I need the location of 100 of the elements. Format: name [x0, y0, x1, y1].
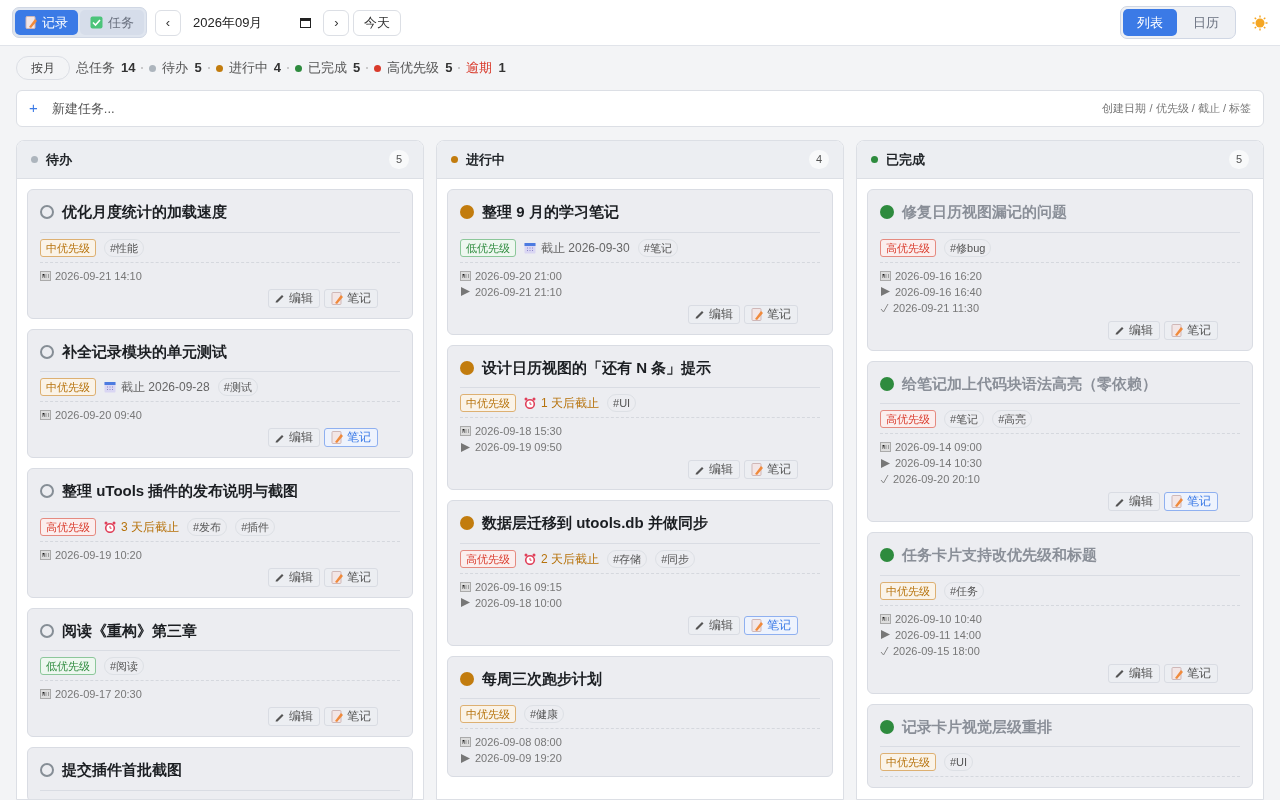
- status-toggle[interactable]: [40, 484, 54, 499]
- edit-button[interactable]: 编辑: [688, 615, 740, 635]
- task-card[interactable]: 数据层迁移到 utools.db 并做同步 高优先级 2 天后截止 #存储 #同步 2026-09-16 09:15 2026-09-18 10:00 编辑 笔记: [447, 500, 833, 646]
- task-title: 补全记录模块的单元测试: [62, 341, 227, 362]
- priority-badge: 高优先级: [880, 238, 936, 257]
- status-toggle[interactable]: [460, 205, 474, 220]
- note-icon: [331, 570, 343, 584]
- note-icon: [751, 618, 763, 632]
- mode-tab[interactable]: 记录: [15, 9, 78, 36]
- status-toggle[interactable]: [880, 376, 894, 391]
- note-button[interactable]: 笔记: [744, 304, 798, 324]
- range-button[interactable]: 按月: [16, 56, 70, 80]
- status-toggle[interactable]: [40, 205, 54, 220]
- status-toggle[interactable]: [40, 344, 54, 359]
- task-card[interactable]: 整理 uTools 插件的发布说明与截图 高优先级 3 天后截止 #发布 #插件 2026-09-19 10:20 编辑 笔记: [27, 468, 413, 598]
- pencil-icon: [1115, 325, 1125, 335]
- note-icon: [1171, 666, 1183, 680]
- task-card[interactable]: 任务卡片支持改优先级和标题 中优先级 #任务 2026-09-10 10:40 2026-09-11 14:00 2026-09-15 18:00 编辑 笔记: [867, 532, 1253, 694]
- status-toggle[interactable]: [40, 763, 54, 778]
- task-card[interactable]: 阅读《重构》第三章 低优先级 #阅读 2026-09-17 20:30 编辑 笔记: [27, 607, 413, 737]
- task-title: 每周三次跑步计划: [482, 668, 602, 689]
- status-toggle[interactable]: [40, 623, 54, 638]
- task-title: 提交插件首批截图: [62, 760, 182, 780]
- note-button[interactable]: 笔记: [324, 428, 378, 447]
- play-icon: [880, 457, 891, 469]
- theme-toggle-icon[interactable]: [1252, 14, 1268, 31]
- task-card[interactable]: 修复日历视图漏记的问题 高优先级 #修bug 2026-09-16 16:20 2026-09-16 16:40 2026-09-21 11:30 编辑 笔记: [867, 189, 1253, 351]
- column-title: 待办: [46, 150, 72, 169]
- new-badge-icon: [460, 426, 471, 436]
- previous-month-button[interactable]: ‹: [155, 9, 181, 36]
- new-badge-icon: [880, 442, 891, 452]
- status-toggle[interactable]: [460, 671, 474, 686]
- note-button[interactable]: 笔记: [1164, 663, 1218, 683]
- alarm-clock-icon: [104, 520, 116, 533]
- month-picker[interactable]: 2026年09月: [185, 12, 320, 33]
- edit-button[interactable]: 编辑: [268, 567, 320, 587]
- edit-button[interactable]: 编辑: [268, 707, 320, 726]
- task-title: 整理 9 月的学习笔记: [482, 202, 619, 222]
- note-button[interactable]: 笔记: [324, 288, 378, 308]
- note-button[interactable]: 笔记: [1164, 320, 1218, 340]
- edit-button[interactable]: 编辑: [1108, 663, 1160, 683]
- stat-count: 4: [273, 59, 281, 78]
- task-card[interactable]: 整理 9 月的学习笔记 低优先级 截止 2026-09-30 #笔记 2026-09-20 21:00 2026-09-21 21:10 编辑 笔记: [447, 189, 833, 335]
- note-button[interactable]: 笔记: [1164, 492, 1218, 511]
- priority-badge: 高优先级: [880, 410, 936, 428]
- task-card[interactable]: 优化月度统计的加载速度 中优先级 #性能 2026-09-21 14:10 编辑 笔记: [27, 189, 413, 319]
- status-toggle[interactable]: [460, 360, 474, 375]
- priority-badge: 高优先级: [460, 549, 516, 568]
- task-card[interactable]: 提交插件首批截图: [27, 747, 413, 799]
- view-tab[interactable]: 列表: [1123, 8, 1177, 37]
- timestamp: 2026-09-18 15:30: [475, 424, 562, 439]
- task-title: 阅读《重构》第三章: [62, 620, 197, 641]
- calendar-icon: [524, 241, 536, 254]
- next-month-button[interactable]: ›: [323, 9, 350, 36]
- edit-button[interactable]: 编辑: [268, 428, 320, 447]
- task-card[interactable]: 补全记录模块的单元测试 中优先级 截止 2026-09-28 #测试 2026-09-20 09:40 编辑 笔记: [27, 328, 413, 458]
- edit-button[interactable]: 编辑: [688, 304, 740, 324]
- status-toggle[interactable]: [880, 719, 894, 734]
- new-badge-icon: [880, 270, 891, 281]
- timestamp: 2026-09-14 10:30: [895, 456, 982, 471]
- plus-icon[interactable]: +: [29, 97, 38, 120]
- column-title: 已完成: [886, 150, 925, 169]
- task-card[interactable]: 给笔记加上代码块语法高亮（零依赖） 高优先级 #笔记 #高亮 2026-09-14 09:00 2026-09-14 10:30 2026-09-20 20:10 编辑 笔记: [867, 360, 1253, 522]
- task-title: 设计日历视图的「还有 N 条」提示: [482, 357, 712, 378]
- task-card[interactable]: 设计日历视图的「还有 N 条」提示 中优先级 1 天后截止 #UI 2026-09-18 15:30 2026-09-19 09:50 编辑 笔记: [447, 344, 833, 490]
- check-icon: [880, 302, 889, 313]
- timestamp: 2026-09-15 18:00: [893, 643, 980, 659]
- column-title: 进行中: [466, 150, 505, 169]
- priority-badge: 中优先级: [40, 378, 96, 396]
- new-badge-icon: [460, 581, 471, 592]
- note-button[interactable]: 笔记: [744, 615, 798, 635]
- status-toggle[interactable]: [880, 205, 894, 220]
- today-button[interactable]: 今天: [353, 9, 402, 36]
- task-card[interactable]: 每周三次跑步计划 中优先级 #健康 2026-09-08 08:00 2026-09-09 19:20: [447, 655, 833, 777]
- task-title: 给笔记加上代码块语法高亮（零依赖）: [902, 373, 1157, 394]
- new-task-field[interactable]: + 新建任务... 创建日期 / 优先级 / 截止 / 标签: [16, 90, 1264, 127]
- status-toggle[interactable]: [460, 516, 474, 531]
- edit-button[interactable]: 编辑: [268, 288, 320, 308]
- task-title: 修复日历视图漏记的问题: [902, 202, 1067, 222]
- new-badge-icon: [460, 270, 471, 281]
- stat-count: 1: [498, 59, 506, 78]
- stat-count: 14: [121, 59, 136, 78]
- mode-tab[interactable]: 任务: [80, 9, 144, 36]
- task-card[interactable]: 记录卡片视觉层级重排 中优先级 #UI: [867, 703, 1253, 788]
- note-button[interactable]: 笔记: [324, 567, 378, 587]
- note-button[interactable]: 笔记: [744, 460, 798, 479]
- status-toggle[interactable]: [880, 548, 894, 563]
- task-title: 任务卡片支持改优先级和标题: [902, 545, 1097, 565]
- note-icon: [331, 291, 343, 305]
- edit-button[interactable]: 编辑: [1108, 320, 1160, 340]
- edit-button[interactable]: 编辑: [688, 460, 740, 479]
- pencil-icon: [275, 293, 285, 303]
- timestamp: 2026-09-21 14:10: [55, 268, 142, 284]
- timestamp: 2026-09-08 08:00: [475, 735, 562, 750]
- timestamp: 2026-09-17 20:30: [55, 687, 142, 702]
- pencil-icon: [275, 711, 285, 722]
- pencil-icon: [275, 432, 285, 443]
- field-hint: 创建日期 / 优先级 / 截止 / 标签: [1102, 101, 1251, 117]
- note-button[interactable]: 笔记: [324, 707, 378, 726]
- edit-button[interactable]: 编辑: [1108, 492, 1160, 511]
